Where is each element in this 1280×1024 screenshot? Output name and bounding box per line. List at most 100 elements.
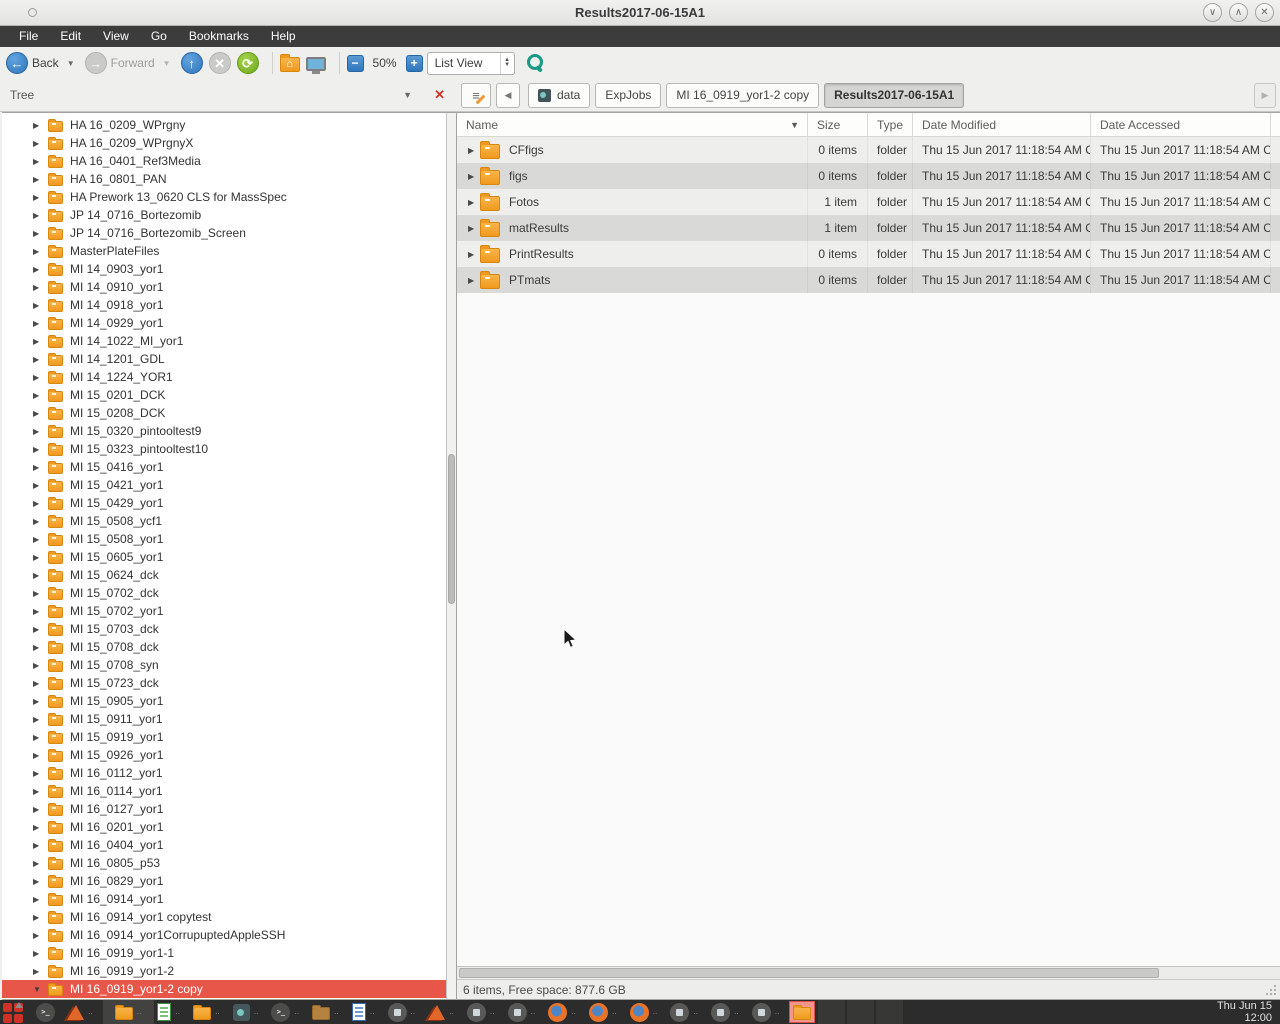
file-row[interactable]: ▶ figs 0 items folder Thu 15 Jun 2017 11… xyxy=(457,163,1280,189)
tree-item[interactable]: ▶ MI 16_0914_yor1 copytest xyxy=(2,908,456,926)
tree-item[interactable]: ▶ MI 14_1224_YOR1 xyxy=(2,368,456,386)
breadcrumb-parent-folder[interactable]: MI 16_0919_yor1-2 copy xyxy=(666,83,819,108)
tree-item[interactable]: ▶ MI 16_0919_yor1-1 xyxy=(2,944,456,962)
expander-icon[interactable]: ▶ xyxy=(33,373,44,382)
tree-item[interactable]: ▶ MI 15_0323_pintooltest10 xyxy=(2,440,456,458)
zoom-in-button[interactable]: + xyxy=(406,55,423,72)
tree-item[interactable]: ▶ JP 14_0716_Bortezomib xyxy=(2,206,456,224)
tree-item[interactable]: ▶ MI 16_0919_yor1-2 xyxy=(2,962,456,980)
taskbar-item-app-window[interactable]: ‥ xyxy=(385,1000,426,1024)
expander-icon[interactable]: ▶ xyxy=(33,895,44,904)
maximize-button[interactable]: ∧ xyxy=(1229,3,1248,22)
expander-icon[interactable]: ▶ xyxy=(33,787,44,796)
column-header-group[interactable]: G xyxy=(1270,113,1280,136)
expander-icon[interactable]: ▶ xyxy=(33,463,44,472)
expander-icon[interactable]: ▶ xyxy=(33,175,44,184)
tree-item[interactable]: ▶ MI 15_0919_yor1 xyxy=(2,728,456,746)
tree-item[interactable]: ▶ HA 16_0401_Ref3Media xyxy=(2,152,456,170)
tree-item[interactable]: ▶ MI 16_0829_yor1 xyxy=(2,872,456,890)
expander-icon[interactable]: ▶ xyxy=(33,913,44,922)
taskbar-item-calc[interactable]: ‥ xyxy=(154,1000,190,1024)
expander-icon[interactable]: ▶ xyxy=(33,283,44,292)
tree-item[interactable]: ▶ MI 15_0703_dck xyxy=(2,620,456,638)
taskbar-item-app-window[interactable]: ‥ xyxy=(464,1000,505,1024)
taskbar-item-writer[interactable]: ‥ xyxy=(349,1000,385,1024)
expander-icon[interactable]: ▶ xyxy=(33,193,44,202)
taskbar-item-app-window[interactable]: ‥ xyxy=(505,1000,546,1024)
taskbar-item-matlab[interactable]: ‥ xyxy=(64,1000,103,1024)
back-dropdown-icon[interactable]: ▼ xyxy=(67,59,75,68)
expander-icon[interactable]: ▶ xyxy=(33,715,44,724)
breadcrumb-current-folder[interactable]: Results2017-06-15A1 xyxy=(824,83,964,108)
taskbar-item-folder-brown[interactable]: ‥ xyxy=(309,1000,349,1024)
taskbar-item-app-window[interactable]: ‥ xyxy=(667,1000,708,1024)
crumbs-scroll-right-button[interactable]: ▶ xyxy=(1254,83,1276,108)
tree-item[interactable]: ▶ MI 14_1022_MI_yor1 xyxy=(2,332,456,350)
expander-icon[interactable]: ▶ xyxy=(33,409,44,418)
expander-icon[interactable]: ▼ xyxy=(33,985,44,994)
tree-item[interactable]: ▶ MI 14_0918_yor1 xyxy=(2,296,456,314)
expander-icon[interactable]: ▶ xyxy=(33,643,44,652)
expander-icon[interactable]: ▶ xyxy=(33,589,44,598)
tree-item[interactable]: ▶ MI 15_0208_DCK xyxy=(2,404,456,422)
column-header-date-accessed[interactable]: Date Accessed xyxy=(1090,113,1270,136)
menu-help[interactable]: Help xyxy=(260,27,307,46)
tree-item[interactable]: ▶ MI 15_0708_dck xyxy=(2,638,456,656)
tree-item[interactable]: ▶ MI 14_1201_GDL xyxy=(2,350,456,368)
tree-vertical-scrollbar[interactable] xyxy=(446,113,456,999)
tree-panel-close-icon[interactable]: ✕ xyxy=(434,87,445,103)
forward-button[interactable]: → Forward ▼ xyxy=(85,52,175,74)
tree-item[interactable]: ▶ MI 15_0905_yor1 xyxy=(2,692,456,710)
tree-item[interactable]: ▶ MI 16_0914_yor1 xyxy=(2,890,456,908)
menu-go[interactable]: Go xyxy=(140,27,178,46)
pager-cell[interactable] xyxy=(846,1000,875,1024)
expander-icon[interactable]: ▶ xyxy=(468,146,480,155)
expander-icon[interactable]: ▶ xyxy=(33,823,44,832)
taskbar-item-app-window[interactable]: ‥ xyxy=(708,1000,749,1024)
expander-icon[interactable]: ▶ xyxy=(33,805,44,814)
tree-item[interactable]: ▶ MI 16_0404_yor1 xyxy=(2,836,456,854)
view-mode-select[interactable]: List View ▲ ▼ xyxy=(427,52,515,75)
expander-icon[interactable]: ▶ xyxy=(33,679,44,688)
expander-icon[interactable]: ▶ xyxy=(33,553,44,562)
expander-icon[interactable]: ▶ xyxy=(33,517,44,526)
tree-item[interactable]: ▶ MI 14_0929_yor1 xyxy=(2,314,456,332)
expander-icon[interactable]: ▶ xyxy=(33,121,44,130)
expander-icon[interactable]: ▶ xyxy=(33,625,44,634)
menu-bookmarks[interactable]: Bookmarks xyxy=(178,27,260,46)
expander-icon[interactable]: ▶ xyxy=(33,427,44,436)
tree-item[interactable]: ▶ MI 15_0320_pintooltest9 xyxy=(2,422,456,440)
tree-scrollbar-thumb[interactable] xyxy=(448,454,455,604)
expander-icon[interactable]: ▶ xyxy=(33,481,44,490)
pager-cell[interactable] xyxy=(817,1000,846,1024)
tree-item[interactable]: ▶ MI 14_0903_yor1 xyxy=(2,260,456,278)
expander-icon[interactable]: ▶ xyxy=(33,391,44,400)
expander-icon[interactable]: ▶ xyxy=(33,733,44,742)
crumbs-scroll-left-button[interactable]: ◀ xyxy=(496,83,520,108)
column-header-size[interactable]: Size xyxy=(807,113,867,136)
expander-icon[interactable]: ▶ xyxy=(33,247,44,256)
tree-item[interactable]: ▶ JP 14_0716_Bortezomib_Screen xyxy=(2,224,456,242)
tree-item[interactable]: ▶ MasterPlateFiles xyxy=(2,242,456,260)
tree-item[interactable]: ▶ MI 16_0127_yor1 xyxy=(2,800,456,818)
tree-item[interactable]: ▶ MI 15_0508_yor1 xyxy=(2,530,456,548)
tree-item[interactable]: ▶ MI 15_0201_DCK xyxy=(2,386,456,404)
expander-icon[interactable]: ▶ xyxy=(468,198,480,207)
tree-item[interactable]: ▼ MI 16_0919_yor1-2 copy xyxy=(2,980,456,998)
menu-file[interactable]: File xyxy=(8,27,49,46)
menu-edit[interactable]: Edit xyxy=(49,27,92,46)
forward-dropdown-icon[interactable]: ▼ xyxy=(163,59,171,68)
file-row[interactable]: ▶ PrintResults 0 items folder Thu 15 Jun… xyxy=(457,241,1280,267)
expander-icon[interactable]: ▶ xyxy=(33,769,44,778)
expander-icon[interactable]: ▶ xyxy=(33,211,44,220)
tree-item[interactable]: ▶ MI 15_0911_yor1 xyxy=(2,710,456,728)
expander-icon[interactable]: ▶ xyxy=(33,139,44,148)
expander-icon[interactable]: ▶ xyxy=(33,265,44,274)
tree-item[interactable]: ▶ MI 15_0702_yor1 xyxy=(2,602,456,620)
taskbar-item-terminal[interactable]: >_ xyxy=(33,1000,64,1024)
tree-item[interactable]: ▶ MI 15_0708_syn xyxy=(2,656,456,674)
expander-icon[interactable]: ▶ xyxy=(33,445,44,454)
taskbar-item-firefox[interactable]: ‥ xyxy=(545,1000,586,1024)
expander-icon[interactable]: ▶ xyxy=(33,301,44,310)
tree-item[interactable]: ▶ HA Prework 13_0620 CLS for MassSpec xyxy=(2,188,456,206)
